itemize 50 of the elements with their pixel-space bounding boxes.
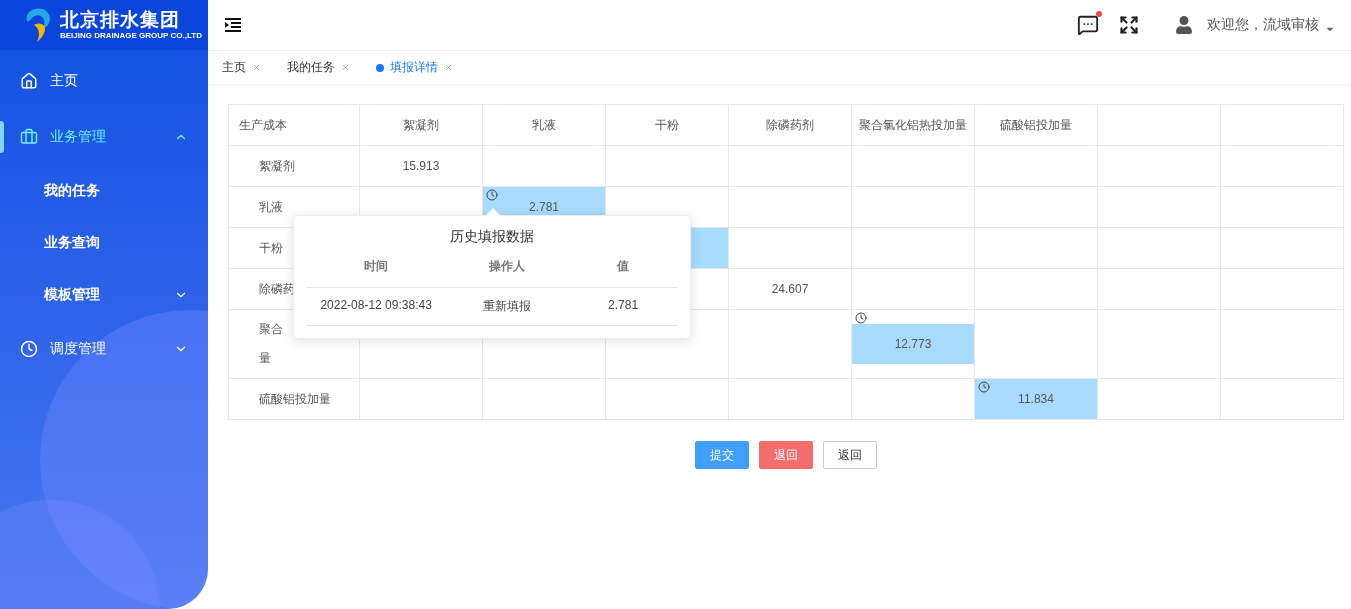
popover-cell: 重新填报 (446, 288, 569, 326)
table-cell: 15.913 (359, 145, 483, 187)
sidebar-item[interactable]: 调度管理 (0, 321, 208, 377)
page-tab[interactable]: 主页 (222, 59, 261, 76)
action-button[interactable]: 返回 (822, 441, 877, 469)
row-label: 聚合 (259, 321, 283, 338)
sidebar-subitem[interactable]: 业务查询 (0, 217, 208, 269)
message-icon[interactable] (1077, 14, 1099, 36)
row-label: 乳液 (259, 198, 283, 216)
clock-icon[interactable] (978, 381, 990, 393)
user-icon[interactable] (1175, 16, 1193, 34)
table-header-cell: 除磷药剂 (728, 104, 852, 146)
sidebar-item[interactable]: 主页 (0, 53, 208, 109)
action-button[interactable]: 退回 (758, 441, 813, 469)
popover-title: 历史填报数据 (449, 228, 535, 246)
table-cell: 11.834 (974, 378, 1098, 420)
table-header-cell: 聚合氯化铝热投加量 (851, 104, 975, 146)
fullscreen-icon[interactable] (1119, 15, 1139, 35)
table-header-cell: 生产成本 (228, 104, 360, 146)
page-tab[interactable]: 我的任务 (287, 59, 350, 76)
row-label: 干粉 (259, 239, 283, 257)
menu-fold-icon[interactable] (224, 17, 242, 33)
clock-icon[interactable] (855, 312, 867, 324)
table-header-cell: 乳液 (482, 104, 606, 146)
sidebar-subitem[interactable]: 我的任务 (0, 165, 208, 217)
popover-column-header: 值 (568, 258, 678, 288)
action-button[interactable]: 提交 (694, 441, 749, 469)
row-label: 硫酸铝投加量 (259, 390, 331, 408)
popover-column-header: 操作人 (446, 258, 569, 288)
row-label: 量 (259, 350, 271, 367)
sidebar-item[interactable]: 业务管理 (0, 109, 208, 165)
clock-icon[interactable] (486, 189, 498, 201)
popover-cell: 2022-08-12 09:38:43 (306, 288, 447, 326)
table-cell: 24.607 (728, 268, 852, 310)
briefcase-icon (20, 128, 38, 146)
table-header-cell: 絮凝剂 (359, 104, 483, 146)
table-cell: 12.773 (851, 309, 975, 379)
row-label: 絮凝剂 (259, 157, 295, 175)
table-header-cell: 干粉 (605, 104, 729, 146)
user-name[interactable]: 欢迎您，流域审核 (1207, 16, 1319, 34)
home-icon (20, 72, 38, 90)
logo-name: 北京排水集团 (60, 9, 181, 31)
clock-icon (20, 340, 38, 358)
active-dot-icon (376, 63, 384, 72)
logo-subtitle: BEIJING DRAINAGE GROUP CO.,LTD (60, 31, 202, 41)
table-header-cell: 硫酸铝投加量 (974, 104, 1098, 146)
popover-cell: 2.781 (568, 288, 678, 326)
page-tab[interactable]: 填报详情 (376, 59, 453, 76)
popover-column-header: 时间 (306, 258, 447, 288)
sidebar-subitem[interactable]: 模板管理 (0, 269, 208, 321)
